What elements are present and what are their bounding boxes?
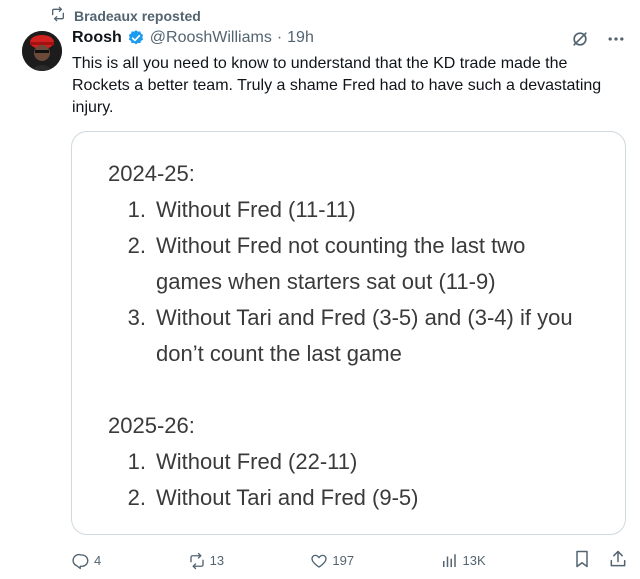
- attached-image-card[interactable]: 2024-25: 1. Without Fred (11-11) 2. With…: [71, 131, 626, 535]
- separator-dot: ·: [276, 29, 283, 46]
- heart-icon: [310, 552, 328, 570]
- season-title-2024-25: 2024-25:: [108, 161, 195, 186]
- season-title-2025-26: 2025-26:: [108, 413, 195, 438]
- more-options-icon[interactable]: [606, 29, 626, 49]
- list-item-text: Without Fred not counting the last two g…: [156, 233, 526, 294]
- tweet-text: This is all you need to know to understa…: [72, 55, 602, 116]
- list-item: 3. Without Tari and Fred (3-5) and (3-4)…: [108, 300, 576, 372]
- tweet-actions-bar: 4 13 197 13K: [72, 549, 628, 572]
- views-icon: [440, 552, 458, 570]
- reply-button[interactable]: 4: [72, 552, 101, 570]
- list-item-number: 1.: [127, 197, 146, 222]
- author-name[interactable]: Roosh: [72, 29, 122, 47]
- repost-indicator[interactable]: Bradeaux reposted: [50, 6, 201, 25]
- repost-label: Bradeaux reposted: [74, 7, 201, 24]
- list-item-text: Without Tari and Fred (3-5) and (3-4) if…: [156, 305, 573, 366]
- grok-icon[interactable]: [570, 29, 590, 49]
- views-button[interactable]: 13K: [440, 552, 486, 570]
- tweet-header: Roosh @RooshWilliams · 19h: [72, 29, 314, 47]
- verified-badge-icon[interactable]: [127, 29, 145, 47]
- repost-count: 13: [209, 553, 225, 568]
- list-item-text: Without Fred (11-11): [156, 197, 356, 222]
- list-item-number: 2.: [127, 485, 146, 510]
- list-item-number: 1.: [127, 449, 146, 474]
- repost-icon: [188, 552, 206, 570]
- bookmark-icon[interactable]: [572, 549, 592, 572]
- list-item-number: 3.: [127, 305, 146, 330]
- timestamp[interactable]: 19h: [287, 29, 314, 47]
- list-item: 1. Without Fred (11-11): [108, 192, 576, 228]
- list-item-number: 2.: [127, 233, 146, 258]
- list-item-text: Without Fred (22-11): [156, 449, 358, 474]
- repost-icon: [50, 6, 66, 25]
- card-text-content: 2024-25: 1. Without Fred (11-11) 2. With…: [108, 156, 576, 516]
- tweet-top-actions: [570, 29, 626, 49]
- list-item: 2. Without Fred not counting the last tw…: [108, 228, 576, 300]
- season-list-2024-25: 1. Without Fred (11-11) 2. Without Fred …: [108, 192, 576, 372]
- views-count: 13K: [462, 553, 486, 568]
- secondary-actions: [572, 549, 628, 572]
- like-count: 197: [332, 553, 355, 568]
- list-item: 2. Without Tari and Fred (9-5): [108, 480, 576, 516]
- repost-button[interactable]: 13: [188, 552, 224, 570]
- avatar[interactable]: [22, 31, 62, 71]
- reply-count: 4: [94, 553, 102, 568]
- like-button[interactable]: 197: [310, 552, 354, 570]
- season-list-2025-26: 1. Without Fred (22-11) 2. Without Tari …: [108, 444, 576, 516]
- share-icon[interactable]: [608, 549, 628, 572]
- list-item: 1. Without Fred (22-11): [108, 444, 576, 480]
- list-item-text: Without Tari and Fred (9-5): [156, 485, 419, 510]
- author-handle[interactable]: @RooshWilliams: [150, 29, 272, 47]
- reply-icon: [72, 552, 90, 570]
